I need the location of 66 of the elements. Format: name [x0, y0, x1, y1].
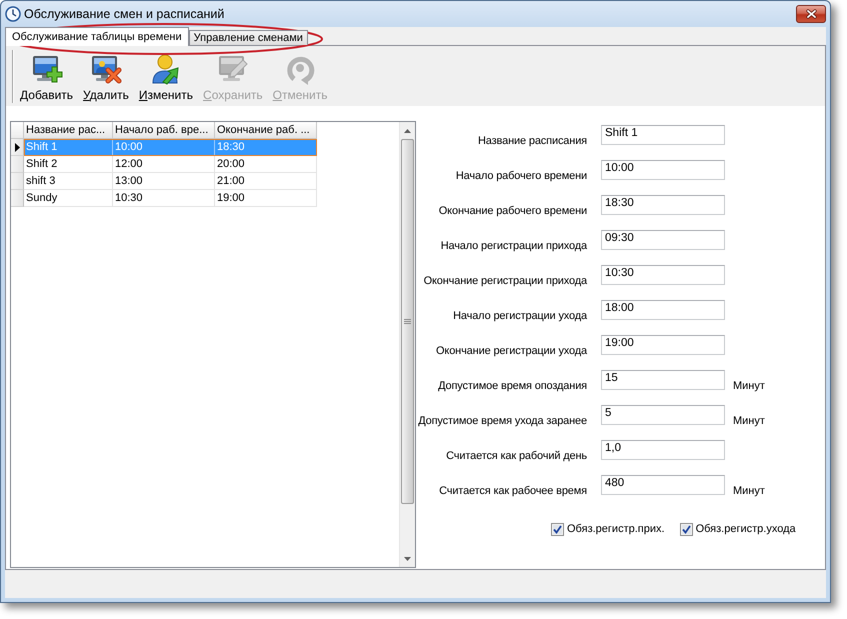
add-button[interactable]: Добавить: [15, 50, 78, 104]
monitor-plus-icon: [30, 53, 63, 85]
field-label: Считается как рабочий день: [445, 450, 587, 463]
table-cell: 18:30: [215, 139, 317, 156]
scrollbar-thumb[interactable]: [401, 139, 414, 504]
edit-button[interactable]: Изменить: [134, 50, 198, 104]
text-field[interactable]: 480: [601, 475, 725, 495]
field-label: Допустимое время ухода заранее: [417, 415, 587, 428]
row-pointer-icon: [14, 142, 20, 152]
table-cell: Shift 1: [24, 139, 113, 156]
row-header: [11, 173, 24, 190]
table-cell: 12:00: [113, 156, 215, 173]
text-field[interactable]: 5: [601, 405, 725, 425]
clock-icon: [5, 6, 21, 22]
unit-label: Минут: [733, 380, 765, 393]
field-label: Окончание регистрации ухода: [435, 345, 587, 358]
unit-label: Минут: [733, 415, 765, 428]
unit-label: Минут: [733, 485, 765, 498]
field-label: Начало рабочего времени: [454, 170, 587, 183]
text-field[interactable]: 09:30: [601, 230, 725, 250]
table-cell: 10:00: [113, 139, 215, 156]
vertical-scrollbar[interactable]: [399, 122, 415, 567]
table-cell: shift 3: [24, 173, 113, 190]
row-header: [11, 190, 24, 207]
grip-icon: [404, 319, 411, 324]
text-field[interactable]: 15: [601, 370, 725, 390]
column-header[interactable]: Название рас...: [24, 122, 113, 139]
column-header[interactable]: Окончание раб. ...: [215, 122, 317, 139]
field-label: Окончание регистрации прихода: [422, 275, 587, 288]
table-cell: 21:00: [215, 173, 317, 190]
field-label: Начало регистрации прихода: [440, 240, 587, 253]
checkbox-label: Обяз.регистр.ухода: [696, 523, 796, 536]
text-field[interactable]: 10:30: [601, 265, 725, 285]
table-row[interactable]: Sundy 10:30 19:00: [24, 190, 317, 207]
table-cell: 20:00: [215, 156, 317, 173]
down-arrow-icon: [404, 556, 411, 560]
table-cell: Sundy: [24, 190, 113, 207]
table-cell: 19:00: [215, 190, 317, 207]
monitor-x-icon: [90, 53, 122, 85]
tab[interactable]: Управление сменами: [188, 30, 308, 45]
checkbox[interactable]: [680, 523, 693, 536]
window-title: Обслуживание смен и расписаний: [24, 7, 224, 21]
table-cell: 10:30: [113, 190, 215, 207]
field-label: Окончание рабочего времени: [438, 205, 587, 218]
text-field[interactable]: 18:00: [601, 300, 725, 320]
table-row[interactable]: Shift 2 12:00 20:00: [24, 156, 317, 173]
delete-button[interactable]: Удалить: [78, 50, 134, 104]
up-arrow-icon: [404, 128, 411, 132]
field-label: Считается как рабочее время: [438, 485, 587, 498]
table-cell: 13:00: [113, 173, 215, 190]
text-field[interactable]: 10:00: [601, 160, 725, 180]
close-button[interactable]: [796, 5, 826, 23]
checkbox[interactable]: [551, 523, 564, 536]
column-header[interactable]: Начало раб. вре...: [113, 122, 215, 139]
table-cell: Shift 2: [24, 156, 113, 173]
table-row[interactable]: shift 3 13:00 21:00: [24, 173, 317, 190]
field-label: Название расписания: [477, 135, 587, 148]
text-field[interactable]: 1,0: [601, 440, 725, 460]
checkbox-label: Обяз.регистр.прих.: [567, 523, 665, 536]
field-label: Начало регистрации ухода: [452, 310, 587, 323]
text-field[interactable]: 18:30: [601, 195, 725, 215]
field-label: Допустимое время опоздания: [437, 380, 587, 393]
text-field[interactable]: Shift 1: [601, 125, 725, 145]
close-icon: [806, 9, 816, 19]
text-field[interactable]: 19:00: [601, 335, 725, 355]
tab[interactable]: Обслуживание таблицы времени: [5, 27, 189, 46]
